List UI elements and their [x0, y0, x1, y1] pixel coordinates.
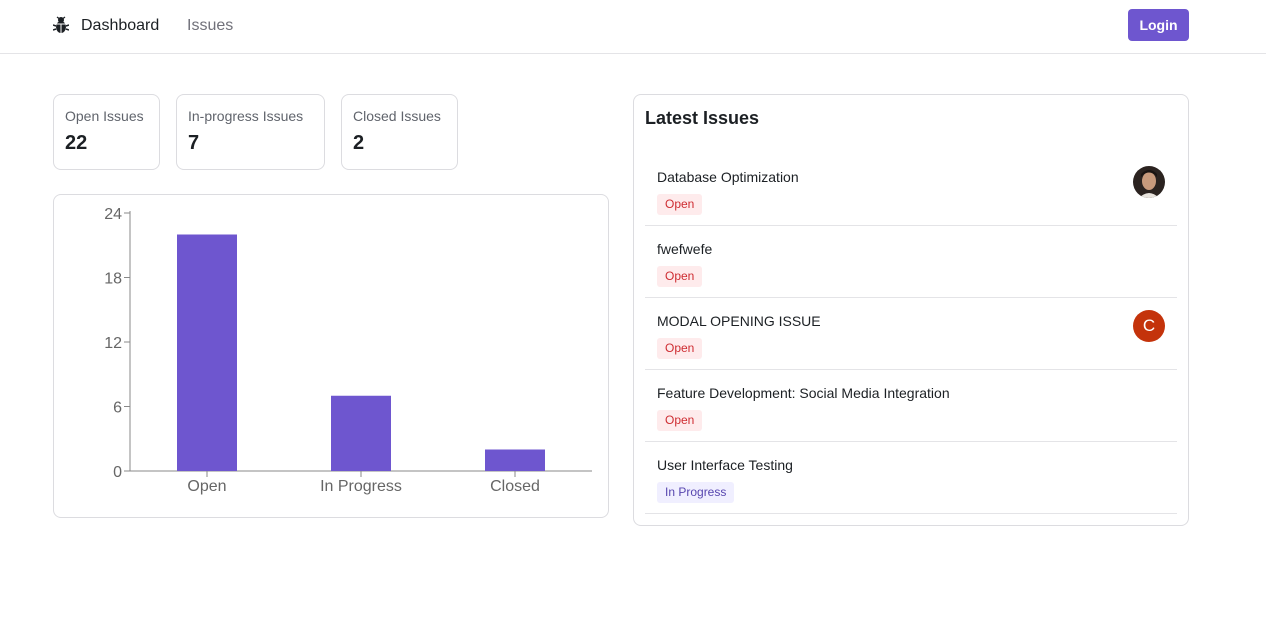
- y-tick-label: 12: [104, 335, 122, 352]
- status-badge: In Progress: [657, 482, 735, 503]
- issue-row: Feature Development: Social Media Integr…: [645, 370, 1177, 442]
- issue-link[interactable]: User Interface Testing: [657, 457, 793, 473]
- latest-issues-title: Latest Issues: [645, 108, 760, 128]
- top-navbar: Dashboard Issues Login: [0, 0, 1266, 54]
- stat-value: 7: [188, 132, 200, 154]
- bar-open: [177, 234, 237, 471]
- issue-link[interactable]: MODAL OPENING ISSUE: [657, 313, 821, 329]
- issue-row: User Interface Testing In Progress: [645, 442, 1177, 514]
- assignee-avatar: [1133, 166, 1165, 198]
- bug-icon[interactable]: [53, 16, 69, 34]
- issue-link[interactable]: Feature Development: Social Media Integr…: [657, 385, 950, 401]
- user-photo-icon: [1133, 166, 1165, 198]
- stat-card-in-progress[interactable]: In-progress Issues 7: [176, 94, 325, 170]
- latest-issues-panel: Latest Issues Database Optimization Open…: [633, 94, 1189, 526]
- stat-value: 2: [353, 132, 365, 154]
- stat-label: Open Issues: [65, 108, 144, 124]
- bar-closed: [485, 449, 545, 471]
- y-tick-label: 6: [113, 400, 122, 417]
- assignee-avatar: C: [1133, 310, 1165, 342]
- status-badge: Open: [657, 194, 703, 215]
- issue-row: MODAL OPENING ISSUE Open C: [645, 298, 1177, 370]
- issue-link[interactable]: Database Optimization: [657, 169, 799, 185]
- status-badge: Open: [657, 410, 703, 431]
- status-badge: Open: [657, 266, 703, 287]
- y-tick-label: 18: [104, 271, 122, 288]
- x-tick-label: Open: [187, 478, 226, 495]
- nav-link-issues[interactable]: Issues: [187, 16, 233, 35]
- bar-in-progress: [331, 395, 391, 471]
- login-button[interactable]: Login: [1128, 9, 1189, 41]
- stat-value: 22: [65, 132, 88, 154]
- stat-label: Closed Issues: [353, 108, 441, 124]
- nav-link-dashboard[interactable]: Dashboard: [81, 16, 159, 35]
- issue-row: Database Optimization Open: [645, 154, 1177, 226]
- issue-row: fwefwefe Open: [645, 226, 1177, 298]
- y-tick-label: 0: [113, 464, 122, 481]
- x-tick-label: Closed: [490, 478, 540, 495]
- x-tick-label: In Progress: [320, 478, 402, 495]
- y-tick-label: 24: [104, 206, 122, 223]
- issue-link[interactable]: fwefwefe: [657, 241, 712, 257]
- stat-label: In-progress Issues: [188, 108, 304, 124]
- status-badge: Open: [657, 338, 703, 359]
- stat-card-open[interactable]: Open Issues 22: [53, 94, 160, 170]
- issue-bar-chart: 0 6 12 18 24 Open In Progress Closed: [53, 194, 609, 518]
- stat-card-closed[interactable]: Closed Issues 2: [341, 94, 458, 170]
- bar-chart-svg: 0 6 12 18 24 Open In Progress Closed: [104, 206, 592, 495]
